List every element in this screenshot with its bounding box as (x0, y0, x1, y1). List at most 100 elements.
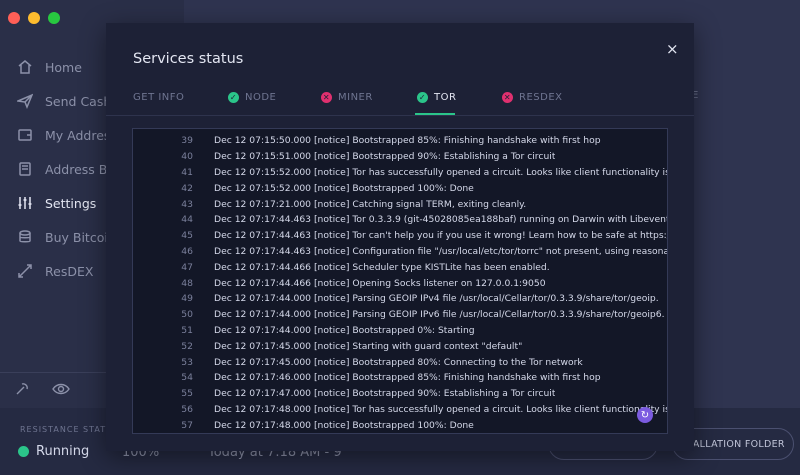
log-row: 48 Dec 12 07:17:44.466 [notice] Opening S… (133, 275, 667, 291)
tab-label: NODE (245, 92, 277, 103)
log-line-text: Dec 12 07:17:44.000 [notice] Parsing GEO… (214, 309, 665, 321)
minimize-window-button[interactable] (28, 12, 40, 24)
tab-node[interactable]: ✓ NODE (228, 92, 276, 103)
maximize-window-button[interactable] (48, 12, 60, 24)
sidebar-item-label: ResDEX (45, 263, 94, 279)
tab-get-info[interactable]: GET INFO (133, 92, 184, 103)
status-value: Running (36, 444, 90, 459)
log-row: 43 Dec 12 07:17:21.000 [notice] Catching … (133, 196, 667, 212)
log-line-text: Dec 12 07:17:44.463 [notice] Configurati… (214, 245, 667, 257)
log-line-number: 48 (181, 277, 193, 289)
service-tabs: GET INFO ✓ NODE ✕ MINER ✓ TOR ✕ RESDEX (106, 87, 694, 115)
log-line-text: Dec 12 07:17:44.466 [notice] Scheduler t… (214, 261, 550, 273)
log-line-number: 40 (181, 151, 193, 163)
log-row: 54 Dec 12 07:17:46.000 [notice] Bootstrap… (133, 370, 667, 386)
log-row: 50 Dec 12 07:17:44.000 [notice] Parsing G… (133, 307, 667, 323)
log-line-text: Dec 12 07:17:21.000 [notice] Catching si… (214, 198, 527, 210)
tab-label: TOR (434, 92, 457, 103)
log-line-number: 43 (181, 198, 193, 210)
sidebar-item-label: Home (45, 59, 82, 75)
log-line-number: 55 (181, 388, 193, 400)
log-line-number: 54 (181, 372, 193, 384)
log-line-number: 44 (181, 214, 193, 226)
wallet-icon (16, 126, 34, 144)
log-line-text: Dec 12 07:17:44.000 [notice] Parsing GEO… (214, 293, 659, 305)
log-row: 41 Dec 12 07:15:52.000 [notice] Tor has s… (133, 165, 667, 181)
log-row: 46 Dec 12 07:17:44.463 [notice] Configura… (133, 244, 667, 260)
log-line-text: Dec 12 07:17:44.466 [notice] Opening Soc… (214, 277, 546, 289)
log-line-text: Dec 12 07:17:48.000 [notice] Tor has suc… (214, 403, 667, 415)
log-rows: 39 Dec 12 07:15:50.000 [notice] Bootstrap… (133, 129, 667, 433)
window-controls (8, 12, 60, 24)
modal-title: Services status (133, 51, 244, 67)
close-window-button[interactable] (8, 12, 20, 24)
home-icon (16, 58, 34, 76)
resdex-icon (16, 262, 34, 280)
log-line-number: 53 (181, 356, 193, 368)
log-row: 40 Dec 12 07:15:51.000 [notice] Bootstrap… (133, 149, 667, 165)
send-icon (16, 92, 34, 110)
mining-icon[interactable] (14, 381, 30, 401)
log-line-number: 45 (181, 230, 193, 242)
log-line-number: 42 (181, 182, 193, 194)
log-line-text: Dec 12 07:17:47.000 [notice] Bootstrappe… (214, 388, 556, 400)
log-line-number: 47 (181, 261, 193, 273)
status-label: RESISTANCE STATUS (20, 425, 120, 434)
log-row: 49 Dec 12 07:17:44.000 [notice] Parsing G… (133, 291, 667, 307)
error-icon: ✕ (321, 92, 332, 103)
log-row: 51 Dec 12 07:17:44.000 [notice] Bootstrap… (133, 323, 667, 339)
tab-miner[interactable]: ✕ MINER (321, 92, 373, 103)
log-line-number: 41 (181, 166, 193, 178)
refresh-icon[interactable]: ↻ (637, 407, 653, 423)
log-row: 42 Dec 12 07:15:52.000 [notice] Bootstrap… (133, 180, 667, 196)
sidebar-item-label: Address Bo (45, 161, 115, 177)
log-line-text: Dec 12 07:17:46.000 [notice] Bootstrappe… (214, 372, 601, 384)
sidebar-item-label: Send Cash (45, 93, 112, 109)
log-line-number: 49 (181, 293, 193, 305)
log-row: 39 Dec 12 07:15:50.000 [notice] Bootstrap… (133, 133, 667, 149)
database-icon (16, 228, 34, 246)
log-line-number: 52 (181, 340, 193, 352)
log-line-text: Dec 12 07:15:52.000 [notice] Bootstrappe… (214, 182, 474, 194)
tabs-divider (106, 115, 694, 116)
error-icon: ✕ (502, 92, 513, 103)
log-row: 52 Dec 12 07:17:45.000 [notice] Starting … (133, 338, 667, 354)
log-line-text: Dec 12 07:15:51.000 [notice] Bootstrappe… (214, 151, 556, 163)
log-line-number: 46 (181, 245, 193, 257)
log-line-text: Dec 12 07:15:52.000 [notice] Tor has suc… (214, 166, 667, 178)
sidebar-item-label: Settings (45, 195, 97, 211)
status-indicator: Running (18, 444, 89, 459)
log-line-text: Dec 12 07:17:45.000 [notice] Starting wi… (214, 340, 523, 352)
log-line-text: Dec 12 07:17:44.463 [notice] Tor can't h… (214, 230, 667, 242)
log-line-number: 57 (181, 419, 193, 431)
log-line-number: 56 (181, 403, 193, 415)
log-row: 45 Dec 12 07:17:44.463 [notice] Tor can't… (133, 228, 667, 244)
tab-resdex[interactable]: ✕ RESDEX (502, 92, 562, 103)
log-row: 47 Dec 12 07:17:44.466 [notice] Scheduler… (133, 259, 667, 275)
eye-icon[interactable] (52, 381, 70, 401)
tab-tor[interactable]: ✓ TOR (417, 92, 456, 103)
sliders-icon (16, 194, 34, 212)
tab-label: GET INFO (133, 92, 185, 103)
log-panel[interactable]: 39 Dec 12 07:15:50.000 [notice] Bootstrap… (132, 128, 668, 434)
log-line-text: Dec 12 07:17:44.000 [notice] Bootstrappe… (214, 324, 475, 336)
log-row: 44 Dec 12 07:17:44.463 [notice] Tor 0.3.3… (133, 212, 667, 228)
services-status-modal: Services status × GET INFO ✓ NODE ✕ MINE… (106, 23, 694, 451)
log-row: 55 Dec 12 07:17:47.000 [notice] Bootstrap… (133, 386, 667, 402)
check-icon: ✓ (417, 92, 428, 103)
tab-label: MINER (338, 92, 373, 103)
log-line-number: 39 (181, 135, 193, 147)
log-line-number: 50 (181, 309, 193, 321)
log-row: 56 Dec 12 07:17:48.000 [notice] Tor has s… (133, 402, 667, 418)
close-button[interactable]: × (666, 40, 679, 58)
tab-label: RESDEX (519, 92, 563, 103)
log-line-text: Dec 12 07:17:48.000 [notice] Bootstrappe… (214, 419, 474, 431)
log-row: 53 Dec 12 07:17:45.000 [notice] Bootstrap… (133, 354, 667, 370)
log-line-text: Dec 12 07:17:45.000 [notice] Bootstrappe… (214, 356, 583, 368)
log-row: 57 Dec 12 07:17:48.000 [notice] Bootstrap… (133, 417, 667, 433)
log-line-text: Dec 12 07:15:50.000 [notice] Bootstrappe… (214, 135, 601, 147)
log-line-number: 51 (181, 324, 193, 336)
status-dot (18, 446, 29, 457)
address-book-icon (16, 160, 34, 178)
log-line-text: Dec 12 07:17:44.463 [notice] Tor 0.3.3.9… (214, 214, 667, 226)
